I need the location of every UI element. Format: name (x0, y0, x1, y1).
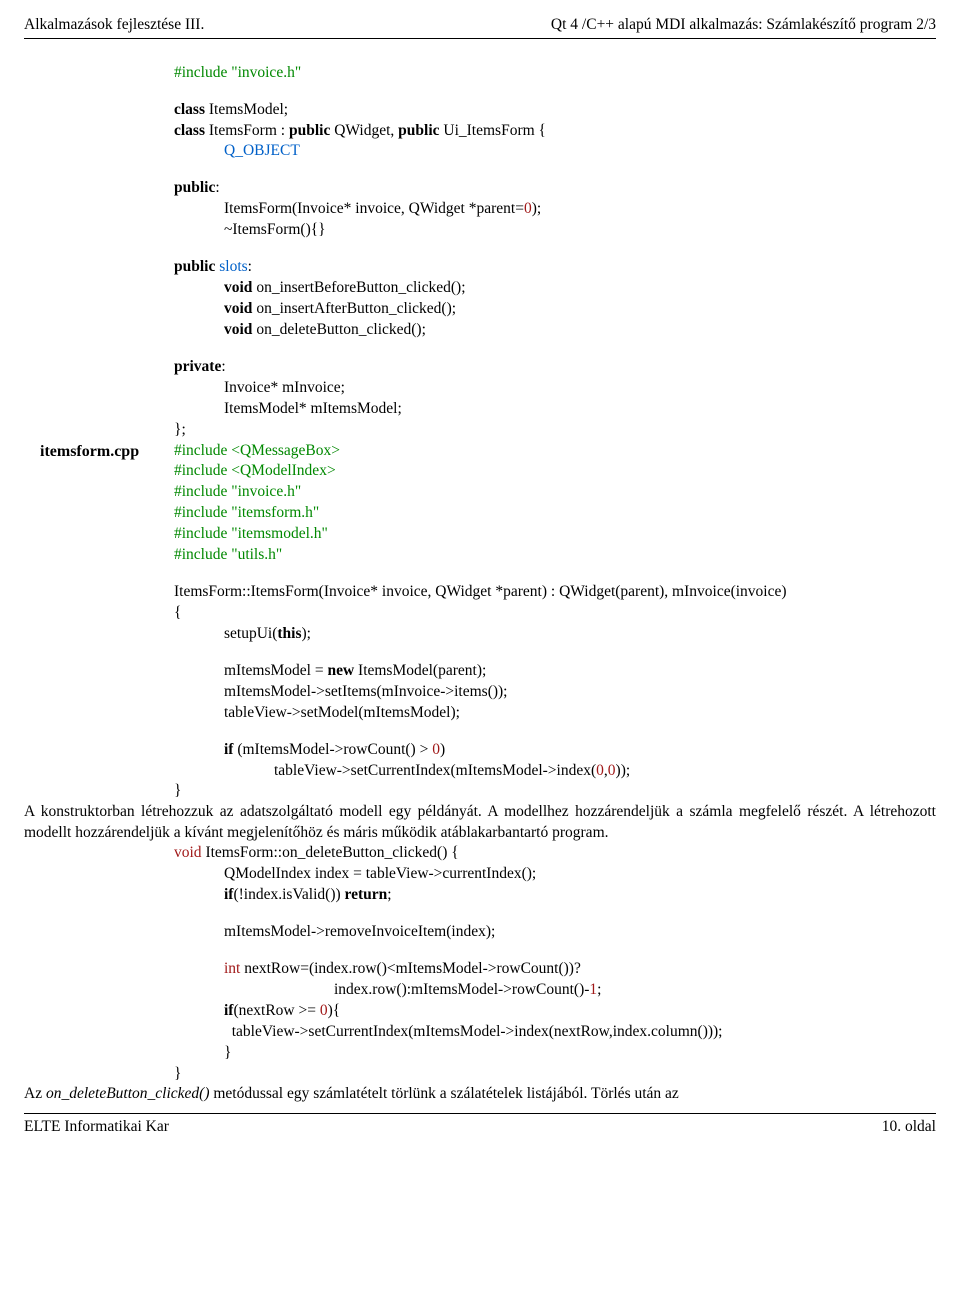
code-removeinvoiceitem: mItemsModel->removeInvoiceItem(index); (224, 922, 936, 943)
code-public-label: public: (174, 178, 936, 199)
footer-left: ELTE Informatikai Kar (24, 1116, 169, 1138)
code-brace-open: { (174, 603, 936, 624)
code-class-itemsmodel: class ItemsModel; (174, 100, 936, 121)
code-class-itemsform: class ItemsForm : public QWidget, public… (174, 121, 936, 142)
code-mitemsmodel: ItemsModel* mItemsModel; (224, 399, 936, 420)
code-setmodel: tableView->setModel(mItemsModel); (224, 703, 936, 724)
code-slot-insertbefore: void on_insertBeforeButton_clicked(); (224, 278, 936, 299)
code-int-nextrow: int nextRow=(index.row()<mItemsModel->ro… (224, 959, 936, 980)
code-setitems: mItemsModel->setItems(mInvoice->items())… (224, 682, 936, 703)
side-label-itemsform-cpp: itemsform.cpp (40, 441, 139, 463)
footer-right: 10. oldal (882, 1116, 936, 1138)
header-right: Qt 4 /C++ alapú MDI alkalmazás: Számlaké… (551, 14, 936, 36)
code-inner-brace-close: } (224, 1043, 936, 1064)
code-include-invoice2: #include "invoice.h" (174, 482, 936, 503)
code-deletebutton-def: void ItemsForm::on_deleteButton_clicked(… (174, 843, 936, 864)
code-if-rowcount: if (mItemsModel->rowCount() > 0) (224, 740, 936, 761)
code-include-itemsform: #include "itemsform.h" (174, 503, 936, 524)
code-private-label: private: (174, 357, 936, 378)
code-qobject: Q_OBJECT (224, 141, 936, 162)
code-qmodelindex: QModelIndex index = tableView->currentIn… (224, 864, 936, 885)
code-include-qmessagebox: #include <QMessageBox> (174, 441, 936, 462)
code-if-nextrow: if(nextRow >= 0){ (224, 1001, 936, 1022)
code-include-invoice: #include "invoice.h" (174, 63, 936, 84)
code-brace-close: } (174, 781, 936, 802)
code-constructor-decl: ItemsForm(Invoice* invoice, QWidget *par… (224, 199, 936, 220)
code-include-qmodelindex: #include <QModelIndex> (174, 461, 936, 482)
code-setcurrentindex2: tableView->setCurrentIndex(mItemsModel->… (224, 1022, 936, 1043)
code-nextrow-calc: index.row():mItemsModel->rowCount()-1; (334, 980, 936, 1001)
paragraph-delete-desc: Az on_deleteButton_clicked() metódussal … (24, 1084, 936, 1104)
code-destructor-decl: ~ItemsForm(){} (224, 220, 936, 241)
code-public-slots-label: public slots: (174, 257, 936, 278)
code-minvoice: Invoice* mInvoice; (224, 378, 936, 399)
code-slot-delete: void on_deleteButton_clicked(); (224, 320, 936, 341)
code-method-brace-close: } (174, 1064, 936, 1085)
page-header: Alkalmazások fejlesztése III. Qt 4 /C++ … (24, 14, 936, 38)
page-footer: ELTE Informatikai Kar 10. oldal (24, 1114, 936, 1138)
code-slot-insertafter: void on_insertAfterButton_clicked(); (224, 299, 936, 320)
code-constructor-def: ItemsForm::ItemsForm(Invoice* invoice, Q… (174, 582, 936, 603)
code-include-utils: #include "utils.h" (174, 545, 936, 566)
code-setupui: setupUi(this); (224, 624, 936, 645)
code-if-isvalid: if(!index.isValid()) return; (224, 885, 936, 906)
paragraph-constructor-desc: A konstruktorban létrehozzuk az adatszol… (24, 802, 936, 843)
page-content: #include "invoice.h" class ItemsModel; c… (24, 39, 936, 1113)
code-setcurrentindex: tableView->setCurrentIndex(mItemsModel->… (274, 761, 936, 782)
code-class-close: }; (174, 420, 936, 441)
header-left: Alkalmazások fejlesztése III. (24, 14, 204, 36)
code-new-itemsmodel: mItemsModel = new ItemsModel(parent); (224, 661, 936, 682)
code-include-itemsmodel: #include "itemsmodel.h" (174, 524, 936, 545)
